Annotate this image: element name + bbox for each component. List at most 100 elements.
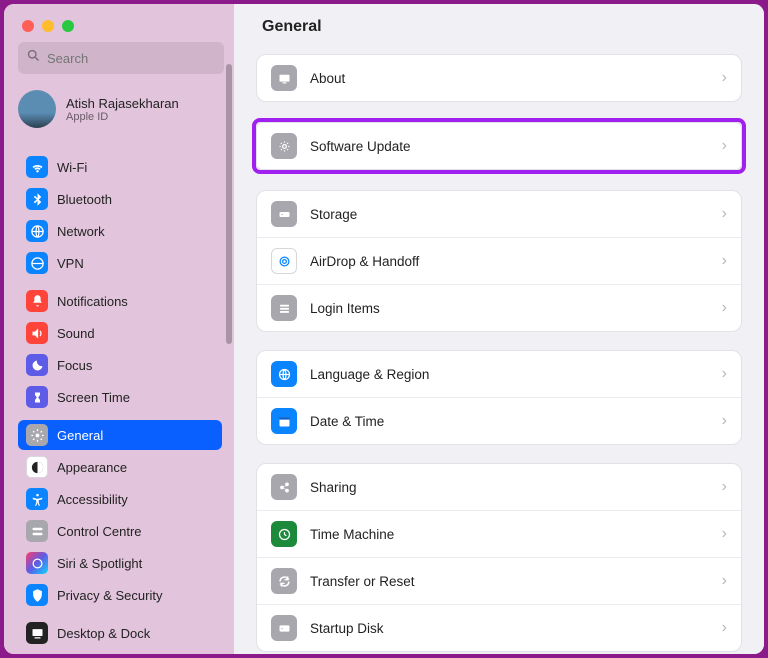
panel-software-update: Software Update › [256, 122, 742, 170]
sidebar-item-screentime[interactable]: Screen Time [18, 382, 222, 412]
sidebar-item-label: Accessibility [57, 492, 128, 507]
bluetooth-icon [26, 188, 48, 210]
chevron-right-icon: › [722, 252, 727, 270]
row-label: Language & Region [310, 367, 709, 382]
sidebar-item-label: VPN [57, 256, 84, 271]
general-icon [26, 424, 48, 446]
chevron-right-icon: › [722, 412, 727, 430]
wifi-icon [26, 156, 48, 178]
sidebar-item-label: Wi-Fi [57, 160, 87, 175]
main-pane: General About › Software Update › Storag… [234, 4, 764, 654]
panel-about: About › [256, 54, 742, 102]
sidebar-item-label: Bluetooth [57, 192, 112, 207]
row-label: About [310, 71, 709, 86]
sidebar-item-accessibility[interactable]: Accessibility [18, 484, 222, 514]
maximize-button[interactable] [62, 20, 74, 32]
sidebar-item-sound[interactable]: Sound [18, 318, 222, 348]
chevron-right-icon: › [722, 299, 727, 317]
row-transfer-reset[interactable]: Transfer or Reset › [257, 558, 741, 605]
network-icon [26, 220, 48, 242]
sidebar: Atish Rajasekharan Apple ID Wi-Fi Blueto… [4, 4, 234, 654]
row-login-items[interactable]: Login Items › [257, 285, 741, 331]
sidebar-item-general[interactable]: General [18, 420, 222, 450]
chevron-right-icon: › [722, 478, 727, 496]
startup-disk-icon [271, 615, 297, 641]
row-about[interactable]: About › [257, 55, 741, 101]
focus-icon [26, 354, 48, 376]
sidebar-list: Wi-Fi Bluetooth Network VPN Notification… [4, 142, 234, 654]
sidebar-item-vpn[interactable]: VPN [18, 248, 222, 278]
sidebar-item-label: Desktop & Dock [57, 626, 150, 641]
sidebar-item-privacy[interactable]: Privacy & Security [18, 580, 222, 610]
row-label: Storage [310, 207, 709, 222]
row-airdrop[interactable]: AirDrop & Handoff › [257, 238, 741, 285]
privacy-icon [26, 584, 48, 606]
sidebar-item-label: Control Centre [57, 524, 142, 539]
sidebar-item-network[interactable]: Network [18, 216, 222, 246]
minimize-button[interactable] [42, 20, 54, 32]
appearance-icon [26, 456, 48, 478]
search-box[interactable] [18, 42, 224, 74]
sidebar-item-notifications[interactable]: Notifications [18, 286, 222, 316]
controlcentre-icon [26, 520, 48, 542]
apple-id-row[interactable]: Atish Rajasekharan Apple ID [4, 86, 234, 142]
row-time-machine[interactable]: Time Machine › [257, 511, 741, 558]
chevron-right-icon: › [722, 137, 727, 155]
login-items-icon [271, 295, 297, 321]
page-title: General [262, 18, 742, 36]
language-icon [271, 361, 297, 387]
row-language[interactable]: Language & Region › [257, 351, 741, 398]
sidebar-item-label: Appearance [57, 460, 127, 475]
sidebar-item-siri[interactable]: Siri & Spotlight [18, 548, 222, 578]
vpn-icon [26, 252, 48, 274]
window-controls [4, 4, 234, 42]
row-startup-disk[interactable]: Startup Disk › [257, 605, 741, 651]
sidebar-item-wifi[interactable]: Wi-Fi [18, 152, 222, 182]
row-sharing[interactable]: Sharing › [257, 464, 741, 511]
chevron-right-icon: › [722, 205, 727, 223]
search-icon [26, 48, 41, 68]
sidebar-item-desktop[interactable]: Desktop & Dock [18, 618, 222, 648]
chevron-right-icon: › [722, 69, 727, 87]
chevron-right-icon: › [722, 572, 727, 590]
highlight-software-update: Software Update › [252, 118, 746, 174]
sidebar-scrollbar[interactable] [226, 64, 232, 344]
sidebar-item-appearance[interactable]: Appearance [18, 452, 222, 482]
row-label: Transfer or Reset [310, 574, 709, 589]
avatar [18, 90, 56, 128]
row-software-update[interactable]: Software Update › [257, 123, 741, 169]
sidebar-item-label: Sound [57, 326, 95, 341]
row-label: Time Machine [310, 527, 709, 542]
panel-storage-group: Storage › AirDrop & Handoff › Login Item… [256, 190, 742, 332]
siri-icon [26, 552, 48, 574]
sidebar-item-label: Siri & Spotlight [57, 556, 142, 571]
chevron-right-icon: › [722, 619, 727, 637]
row-label: Login Items [310, 301, 709, 316]
time-machine-icon [271, 521, 297, 547]
software-update-icon [271, 133, 297, 159]
search-input[interactable] [47, 51, 216, 66]
chevron-right-icon: › [722, 365, 727, 383]
desktop-icon [26, 622, 48, 644]
sharing-icon [271, 474, 297, 500]
row-date-time[interactable]: Date & Time › [257, 398, 741, 444]
transfer-reset-icon [271, 568, 297, 594]
notifications-icon [26, 290, 48, 312]
date-time-icon [271, 408, 297, 434]
user-sub: Apple ID [66, 111, 179, 123]
accessibility-icon [26, 488, 48, 510]
sidebar-item-focus[interactable]: Focus [18, 350, 222, 380]
row-label: Startup Disk [310, 621, 709, 636]
user-name: Atish Rajasekharan [66, 96, 179, 111]
settings-window: Atish Rajasekharan Apple ID Wi-Fi Blueto… [4, 4, 764, 654]
row-label: Software Update [310, 139, 709, 154]
panel-language-group: Language & Region › Date & Time › [256, 350, 742, 445]
screentime-icon [26, 386, 48, 408]
sidebar-item-controlcentre[interactable]: Control Centre [18, 516, 222, 546]
sound-icon [26, 322, 48, 344]
row-label: Sharing [310, 480, 709, 495]
sidebar-item-bluetooth[interactable]: Bluetooth [18, 184, 222, 214]
close-button[interactable] [22, 20, 34, 32]
row-storage[interactable]: Storage › [257, 191, 741, 238]
about-icon [271, 65, 297, 91]
